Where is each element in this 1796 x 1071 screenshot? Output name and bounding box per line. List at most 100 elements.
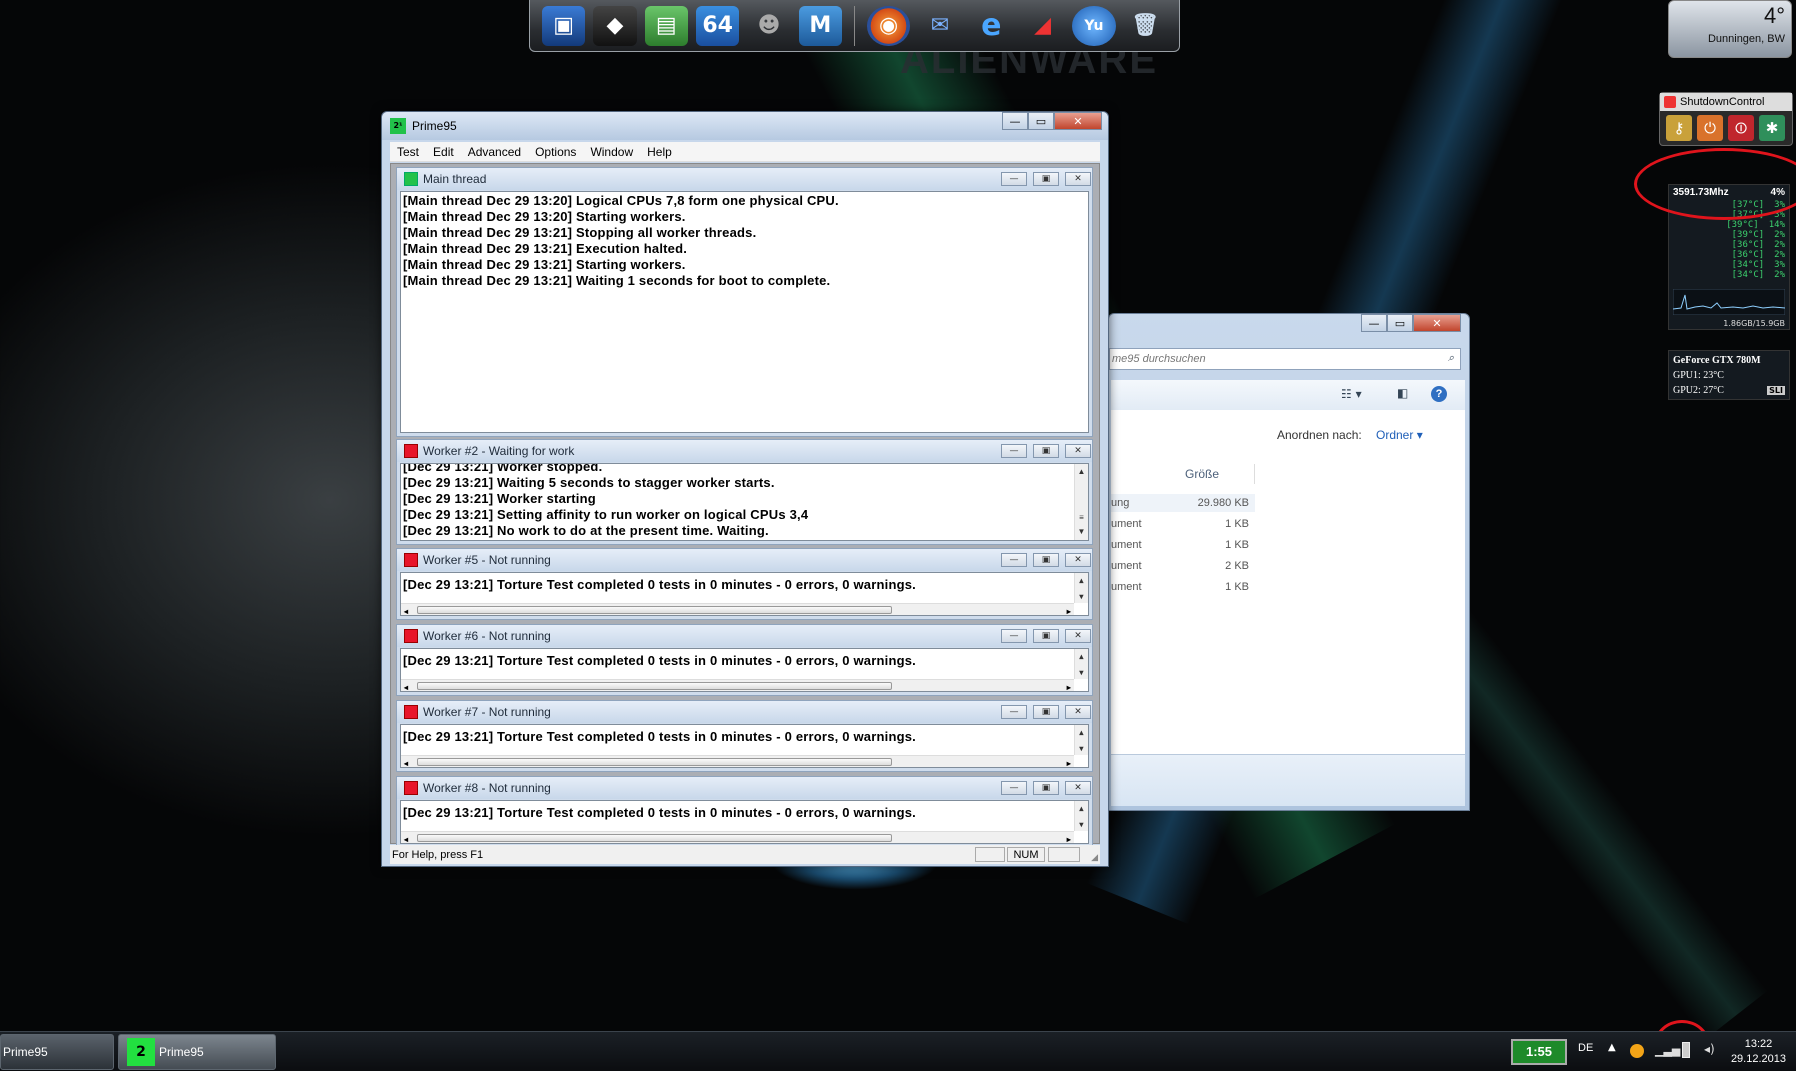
weather-gadget[interactable]: 4° Dunningen, BW <box>1668 0 1792 58</box>
child-minimize-button[interactable]: — <box>1001 444 1027 458</box>
child-restore-button[interactable]: ▣ <box>1033 172 1059 186</box>
menu-advanced[interactable]: Advanced <box>461 145 528 159</box>
file-row[interactable]: ument 2 KB <box>1111 557 1255 575</box>
vertical-scrollbar[interactable]: ▴ ▾ <box>1074 801 1088 831</box>
size-column-header[interactable]: Größe <box>1111 464 1255 484</box>
arrange-by-dropdown[interactable]: Ordner ▾ <box>1376 428 1423 442</box>
child-close-button[interactable]: ✕ <box>1065 629 1091 643</box>
key-icon[interactable]: ⚷ <box>1666 115 1692 141</box>
worker-5-log[interactable]: [Dec 29 13:21] Torture Test completed 0 … <box>400 572 1089 616</box>
battery-icon[interactable] <box>1682 1042 1690 1058</box>
worker-2-log[interactable]: [Dec 29 13:21] Worker stopped. [Dec 29 1… <box>400 463 1089 541</box>
vertical-scrollbar[interactable]: ▴ ▾ <box>1074 725 1088 755</box>
explorer-search-input[interactable]: me95 durchsuchen ⌕ <box>1109 348 1461 370</box>
battery-time-gadget[interactable]: 1:55 <box>1511 1039 1567 1065</box>
worker-6-log[interactable]: [Dec 29 13:21] Torture Test completed 0 … <box>400 648 1089 692</box>
show-hidden-icons-icon[interactable]: ▲ <box>1608 1042 1616 1053</box>
worker-icon <box>404 629 418 643</box>
child-close-button[interactable]: ✕ <box>1065 705 1091 719</box>
malwarebytes-icon[interactable]: M <box>798 5 842 46</box>
restart-icon[interactable]: ⏼ <box>1728 115 1754 141</box>
explorer-close-button[interactable]: ✕ <box>1413 314 1461 332</box>
horizontal-scrollbar[interactable]: ◂ ▸ <box>401 603 1074 615</box>
volume-icon[interactable]: ◂) <box>1704 1042 1715 1056</box>
child-restore-button[interactable]: ▣ <box>1033 705 1059 719</box>
horizontal-scrollbar[interactable]: ◂ ▸ <box>401 755 1074 767</box>
child-close-button[interactable]: ✕ <box>1065 781 1091 795</box>
network-icon[interactable]: ▁▃▅ <box>1655 1044 1680 1057</box>
prime95-minimize-button[interactable]: — <box>1002 112 1028 130</box>
prime95-window[interactable]: 2¹ Prime95 — ▭ ✕ Test Edit Advanced Opti… <box>381 111 1109 867</box>
child-restore-button[interactable]: ▣ <box>1033 444 1059 458</box>
menu-window[interactable]: Window <box>583 145 640 159</box>
internet-explorer-icon[interactable]: e <box>970 6 1013 46</box>
gpu-card-icon[interactable]: ▤ <box>644 5 688 46</box>
horizontal-scrollbar[interactable]: ◂ ▸ <box>401 831 1074 843</box>
file-row[interactable]: ung 29.980 KB <box>1111 494 1255 512</box>
vertical-scrollbar[interactable]: ▴ ▾ <box>1074 573 1088 603</box>
worker-8-window[interactable]: Worker #8 - Not running — ▣ ✕ [Dec 29 13… <box>396 776 1093 848</box>
worker-6-window[interactable]: Worker #6 - Not running — ▣ ✕ [Dec 29 13… <box>396 624 1093 696</box>
view-options-icon[interactable]: ☷ ▾ <box>1341 387 1362 401</box>
power-button-icon[interactable]: ⏻ <box>1697 115 1723 141</box>
child-minimize-button[interactable]: — <box>1001 553 1027 567</box>
child-close-button[interactable]: ✕ <box>1065 444 1091 458</box>
menu-edit[interactable]: Edit <box>426 145 461 159</box>
main-thread-window[interactable]: Main thread — ▣ ✕ [Main thread Dec 29 13… <box>396 167 1093 437</box>
child-minimize-button[interactable]: — <box>1001 705 1027 719</box>
file-row[interactable]: ument 1 KB <box>1111 536 1255 554</box>
child-restore-button[interactable]: ▣ <box>1033 629 1059 643</box>
child-restore-button[interactable]: ▣ <box>1033 781 1059 795</box>
file-row[interactable]: ument 1 KB <box>1111 578 1255 596</box>
child-minimize-button[interactable]: — <box>1001 781 1027 795</box>
worker-5-window[interactable]: Worker #5 - Not running — ▣ ✕ [Dec 29 13… <box>396 548 1093 620</box>
sleep-icon[interactable]: ✱ <box>1759 115 1785 141</box>
taskbar-item-prime95-active[interactable]: 2 Prime95 <box>118 1034 276 1070</box>
recycle-bin-icon[interactable]: 🗑 <box>1124 6 1167 46</box>
computer-icon[interactable]: ▣ <box>542 5 586 46</box>
firefox-icon[interactable]: ◉ <box>866 5 911 46</box>
main-thread-titlebar[interactable]: Main thread — ▣ ✕ <box>397 168 1092 190</box>
prime95-titlebar[interactable]: 2¹ Prime95 — ▭ ✕ <box>382 112 1108 140</box>
vertical-scrollbar[interactable]: ▲ ≡ ▼ <box>1074 464 1088 540</box>
menu-help[interactable]: Help <box>640 145 679 159</box>
explorer-maximize-button[interactable]: ▭ <box>1387 314 1413 332</box>
worker-6-titlebar[interactable]: Worker #6 - Not running — ▣ ✕ <box>397 625 1092 647</box>
worker-7-titlebar[interactable]: Worker #7 - Not running — ▣ ✕ <box>397 701 1092 723</box>
worker-8-titlebar[interactable]: Worker #8 - Not running — ▣ ✕ <box>397 777 1092 799</box>
help-icon[interactable]: ? <box>1431 386 1447 402</box>
file-row[interactable]: ument 1 KB <box>1111 515 1255 533</box>
worker-2-titlebar[interactable]: Worker #2 - Waiting for work — ▣ ✕ <box>397 440 1092 462</box>
child-minimize-button[interactable]: — <box>1001 629 1027 643</box>
update-icon[interactable] <box>1630 1044 1644 1058</box>
aida64-icon[interactable]: 64 <box>695 5 740 46</box>
prime95-close-button[interactable]: ✕ <box>1054 112 1102 130</box>
worker-2-window[interactable]: Worker #2 - Waiting for work — ▣ ✕ [Dec … <box>396 439 1093 545</box>
worker-7-window[interactable]: Worker #7 - Not running — ▣ ✕ [Dec 29 13… <box>396 700 1093 772</box>
worker-8-log[interactable]: [Dec 29 13:21] Torture Test completed 0 … <box>400 800 1089 844</box>
taskbar-item-prime95[interactable]: Prime95 <box>0 1034 114 1070</box>
resize-grip-icon[interactable]: ◢ <box>1091 852 1098 863</box>
menu-options[interactable]: Options <box>528 145 583 159</box>
child-close-button[interactable]: ✕ <box>1065 172 1091 186</box>
vertical-scrollbar[interactable]: ▴ ▾ <box>1074 649 1088 679</box>
system-clock[interactable]: 13:22 29.12.2013 <box>1731 1037 1786 1067</box>
ccleaner-icon[interactable]: ◢ <box>1021 6 1064 46</box>
prime95-maximize-button[interactable]: ▭ <box>1028 112 1054 130</box>
preview-pane-icon[interactable]: ◧ <box>1397 386 1408 400</box>
explorer-window[interactable]: — ▭ ✕ me95 durchsuchen ⌕ ☷ ▾ ◧ ? Anordnen… <box>1108 313 1470 811</box>
child-restore-button[interactable]: ▣ <box>1033 553 1059 567</box>
yu-icon[interactable]: Yu <box>1072 5 1116 46</box>
worker-5-titlebar[interactable]: Worker #5 - Not running — ▣ ✕ <box>397 549 1092 571</box>
menu-test[interactable]: Test <box>390 145 426 159</box>
explorer-minimize-button[interactable]: — <box>1361 314 1387 332</box>
child-minimize-button[interactable]: — <box>1001 172 1027 186</box>
language-indicator[interactable]: DE <box>1578 1042 1593 1054</box>
mail-icon[interactable]: ✉ <box>918 6 961 46</box>
worker-7-log[interactable]: [Dec 29 13:21] Torture Test completed 0 … <box>400 724 1089 768</box>
alien-icon[interactable]: ☻ <box>747 6 790 46</box>
monitor-icon[interactable]: ◆ <box>593 5 637 46</box>
horizontal-scrollbar[interactable]: ◂ ▸ <box>401 679 1074 691</box>
main-thread-log[interactable]: [Main thread Dec 29 13:20] Logical CPUs … <box>400 191 1089 433</box>
child-close-button[interactable]: ✕ <box>1065 553 1091 567</box>
